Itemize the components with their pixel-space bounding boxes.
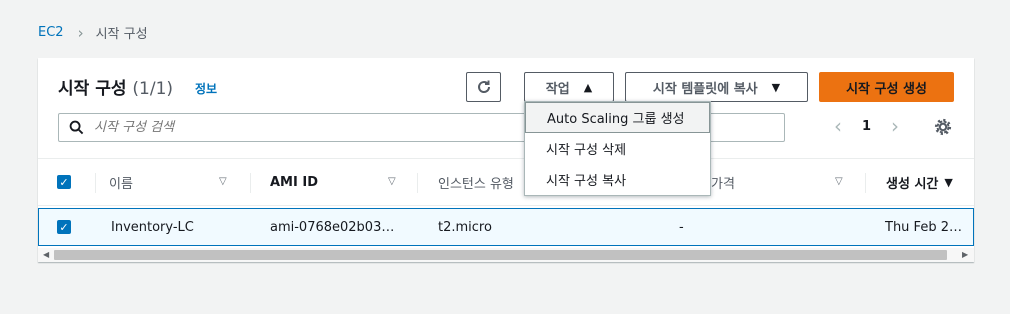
column-header-name[interactable]: 이름 [109,159,133,205]
breadcrumb-ec2-link[interactable]: EC2 [38,25,64,40]
table-row[interactable]: ✓ Inventory-LC ami-0768e02b03… t2.micro … [38,208,974,246]
cell-instance-type: t2.micro [438,219,492,235]
actions-button[interactable]: 작업 ▲ [524,72,614,102]
selection-count: (1/1) [132,79,174,99]
caret-down-icon: ▼ [771,80,781,94]
table-header: ✓ 이름 ▽ AMI ID ▽ 인스턴스 유형 가격 ▽ 생성 시간 ▼ [38,158,974,206]
cell-created-time: Thu Feb 2… [885,219,962,235]
sort-down-icon[interactable]: ▽ [219,176,227,187]
title-text: 시작 구성 [58,79,127,99]
sort-down-icon[interactable]: ▽ [388,176,396,187]
copy-label: 시작 템플릿에 복사 [652,81,758,97]
select-all-checkbox[interactable]: ✓ [57,175,71,189]
scroll-left-icon[interactable]: ◀ [43,250,49,259]
breadcrumb: EC2 › 시작 구성 [38,23,148,43]
create-label: 시작 구성 생성 [846,81,927,97]
row-checkbox[interactable]: ✓ [57,220,71,234]
cell-ami-id: ami-0768e02b03… [270,219,395,235]
column-divider [250,173,251,193]
menu-item-delete[interactable]: 시작 구성 삭제 [525,133,710,164]
launch-configurations-panel: 시작 구성 (1/1) 정보 작업 ▲ 시작 템플릿에 복사 ▼ 시작 구성 생… [38,58,974,262]
cell-price: - [679,219,684,235]
column-header-ami-id[interactable]: AMI ID [270,159,318,205]
created-time-label: 생성 시간 [886,176,939,192]
scroll-right-icon[interactable]: ▶ [962,250,968,259]
menu-item-copy[interactable]: 시작 구성 복사 [525,164,710,195]
cell-name: Inventory-LC [111,219,194,235]
copy-to-template-button[interactable]: 시작 템플릿에 복사 ▼ [625,72,808,102]
sort-down-icon[interactable]: ▽ [835,176,843,187]
scrollbar-thumb[interactable] [54,250,947,260]
menu-item-create-asg[interactable]: Auto Scaling 그룹 생성 [525,102,710,133]
settings-icon[interactable] [934,118,952,136]
page-number[interactable]: 1 [862,119,871,134]
chevron-left-icon[interactable]: ‹ [828,114,848,138]
horizontal-scrollbar[interactable]: ◀ ▶ [38,248,974,262]
column-header-instance-type[interactable]: 인스턴스 유형 [438,159,514,205]
info-link[interactable]: 정보 [195,80,217,97]
search-input[interactable] [94,120,594,135]
checkmark-icon: ✓ [59,175,69,189]
caret-up-icon: ▲ [583,80,593,94]
pagination: ‹ 1 › [828,114,905,138]
page-title: 시작 구성 (1/1) [58,74,173,99]
refresh-icon [477,80,490,93]
breadcrumb-current: 시작 구성 [95,27,148,42]
column-header-created-time[interactable]: 생성 시간 ▼ [886,159,953,205]
column-divider [865,173,866,193]
column-divider [95,173,96,193]
sort-descending-icon: ▼ [944,175,953,189]
column-divider [417,173,418,193]
chevron-right-icon[interactable]: › [885,114,905,138]
column-header-price[interactable]: 가격 [711,159,735,205]
actions-dropdown-menu: Auto Scaling 그룹 생성 시작 구성 삭제 시작 구성 복사 [524,101,711,196]
chevron-right-icon: › [77,23,84,42]
create-launch-configuration-button[interactable]: 시작 구성 생성 [819,72,954,102]
checkmark-icon: ✓ [59,220,69,234]
search-icon [69,120,84,135]
refresh-button[interactable] [466,72,501,102]
actions-label: 작업 [545,81,570,97]
